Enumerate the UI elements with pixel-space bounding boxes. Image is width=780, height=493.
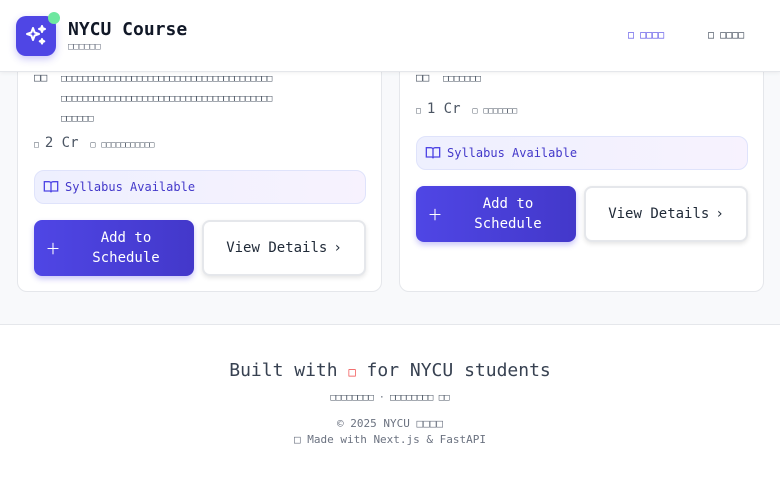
department: □□□□□□□□□□□ <box>101 140 155 149</box>
add-label: Add to Schedule <box>474 196 542 232</box>
copyright: © 2025 NYCU □□□□ <box>337 417 443 430</box>
schedule-text: □□□□□□□ <box>443 69 481 89</box>
schedule-text: □□□□□□□□□□□□□□□□□□□□□□□□□□□□□□□□□□□□□□□ … <box>61 69 371 129</box>
footer-links[interactable]: □□□□□□□□ · □□□□□□□□ □□ <box>0 393 780 403</box>
plus-icon: ＋ <box>427 205 443 224</box>
meta-row: □ 1 Cr □ □□□□□□□ <box>416 101 517 117</box>
built-suffix: for NYCU students <box>366 360 551 381</box>
schedule-line: □□□□□□ <box>61 114 94 124</box>
view-label: View Details <box>608 206 710 222</box>
schedule-line: □□□□□□□ <box>443 74 481 84</box>
heart-icon: □ <box>348 365 356 379</box>
dept-icon: □ <box>90 140 96 149</box>
course-card-2: □□ □□□□□□□ □ 1 Cr □ □□□□□□□ Syllabus Ava… <box>399 40 764 292</box>
add-label: Add to Schedule <box>92 230 160 266</box>
app-title: NYCU Course <box>68 19 188 40</box>
syllabus-badge[interactable]: Syllabus Available <box>416 136 748 170</box>
schedule-icon: □□ <box>416 71 430 84</box>
footer: Built with □ for NYCU students □□□□□□□□ … <box>0 324 780 493</box>
nav-label: □□□□ <box>720 30 745 41</box>
built-prefix: Built with <box>229 360 338 381</box>
credit-icon: □ <box>34 140 39 149</box>
add-to-schedule-button[interactable]: ＋ Add to Schedule <box>416 186 576 242</box>
syllabus-label: Syllabus Available <box>447 146 578 160</box>
schedule-icon: □□ <box>34 71 48 84</box>
nav-item-1[interactable]: □ □□□□ <box>628 30 664 41</box>
add-to-schedule-button[interactable]: ＋ Add to Schedule <box>34 220 194 276</box>
book-icon <box>425 147 441 159</box>
credits: 2 Cr <box>44 135 79 151</box>
made-with: □ Made with Next.js & FastAPI <box>293 433 487 446</box>
status-dot <box>48 12 60 24</box>
credits: 1 Cr <box>426 101 461 117</box>
credit-icon: □ <box>416 106 421 115</box>
book-icon <box>43 181 59 193</box>
sparkles-icon <box>26 25 46 45</box>
app-subtitle: □□□□□□ <box>68 42 101 52</box>
chevron-right-icon: › <box>333 240 342 256</box>
schedule-line: □□□□□□□□□□□□□□□□□□□□□□□□□□□□□□□□□□□□□□□ <box>61 74 273 84</box>
nav-icon: □ <box>708 30 715 41</box>
course-card-1: □□ □□□□□□□□□□□□□□□□□□□□□□□□□□□□□□□□□□□□□… <box>17 40 382 292</box>
schedule-line: □□□□□□□□□□□□□□□□□□□□□□□□□□□□□□□□□□□□□□□ <box>61 94 273 104</box>
department: □□□□□□□ <box>483 106 518 115</box>
meta-row: □ 2 Cr □ □□□□□□□□□□□ <box>34 135 154 151</box>
built-with: Built with □ for NYCU students <box>0 360 780 381</box>
view-details-button[interactable]: View Details › <box>584 186 748 242</box>
nav-icon: □ <box>628 30 635 41</box>
syllabus-label: Syllabus Available <box>65 180 196 194</box>
nav-item-2[interactable]: □ □□□□ <box>708 30 744 41</box>
app-header: NYCU Course □□□□□□ □ □□□□ □ □□□□ <box>0 0 780 72</box>
chevron-right-icon: › <box>715 206 724 222</box>
dept-icon: □ <box>472 106 478 115</box>
view-details-button[interactable]: View Details › <box>202 220 366 276</box>
nav-label: □□□□ <box>640 30 665 41</box>
plus-icon: ＋ <box>45 239 61 258</box>
syllabus-badge[interactable]: Syllabus Available <box>34 170 366 204</box>
view-label: View Details <box>226 240 328 256</box>
